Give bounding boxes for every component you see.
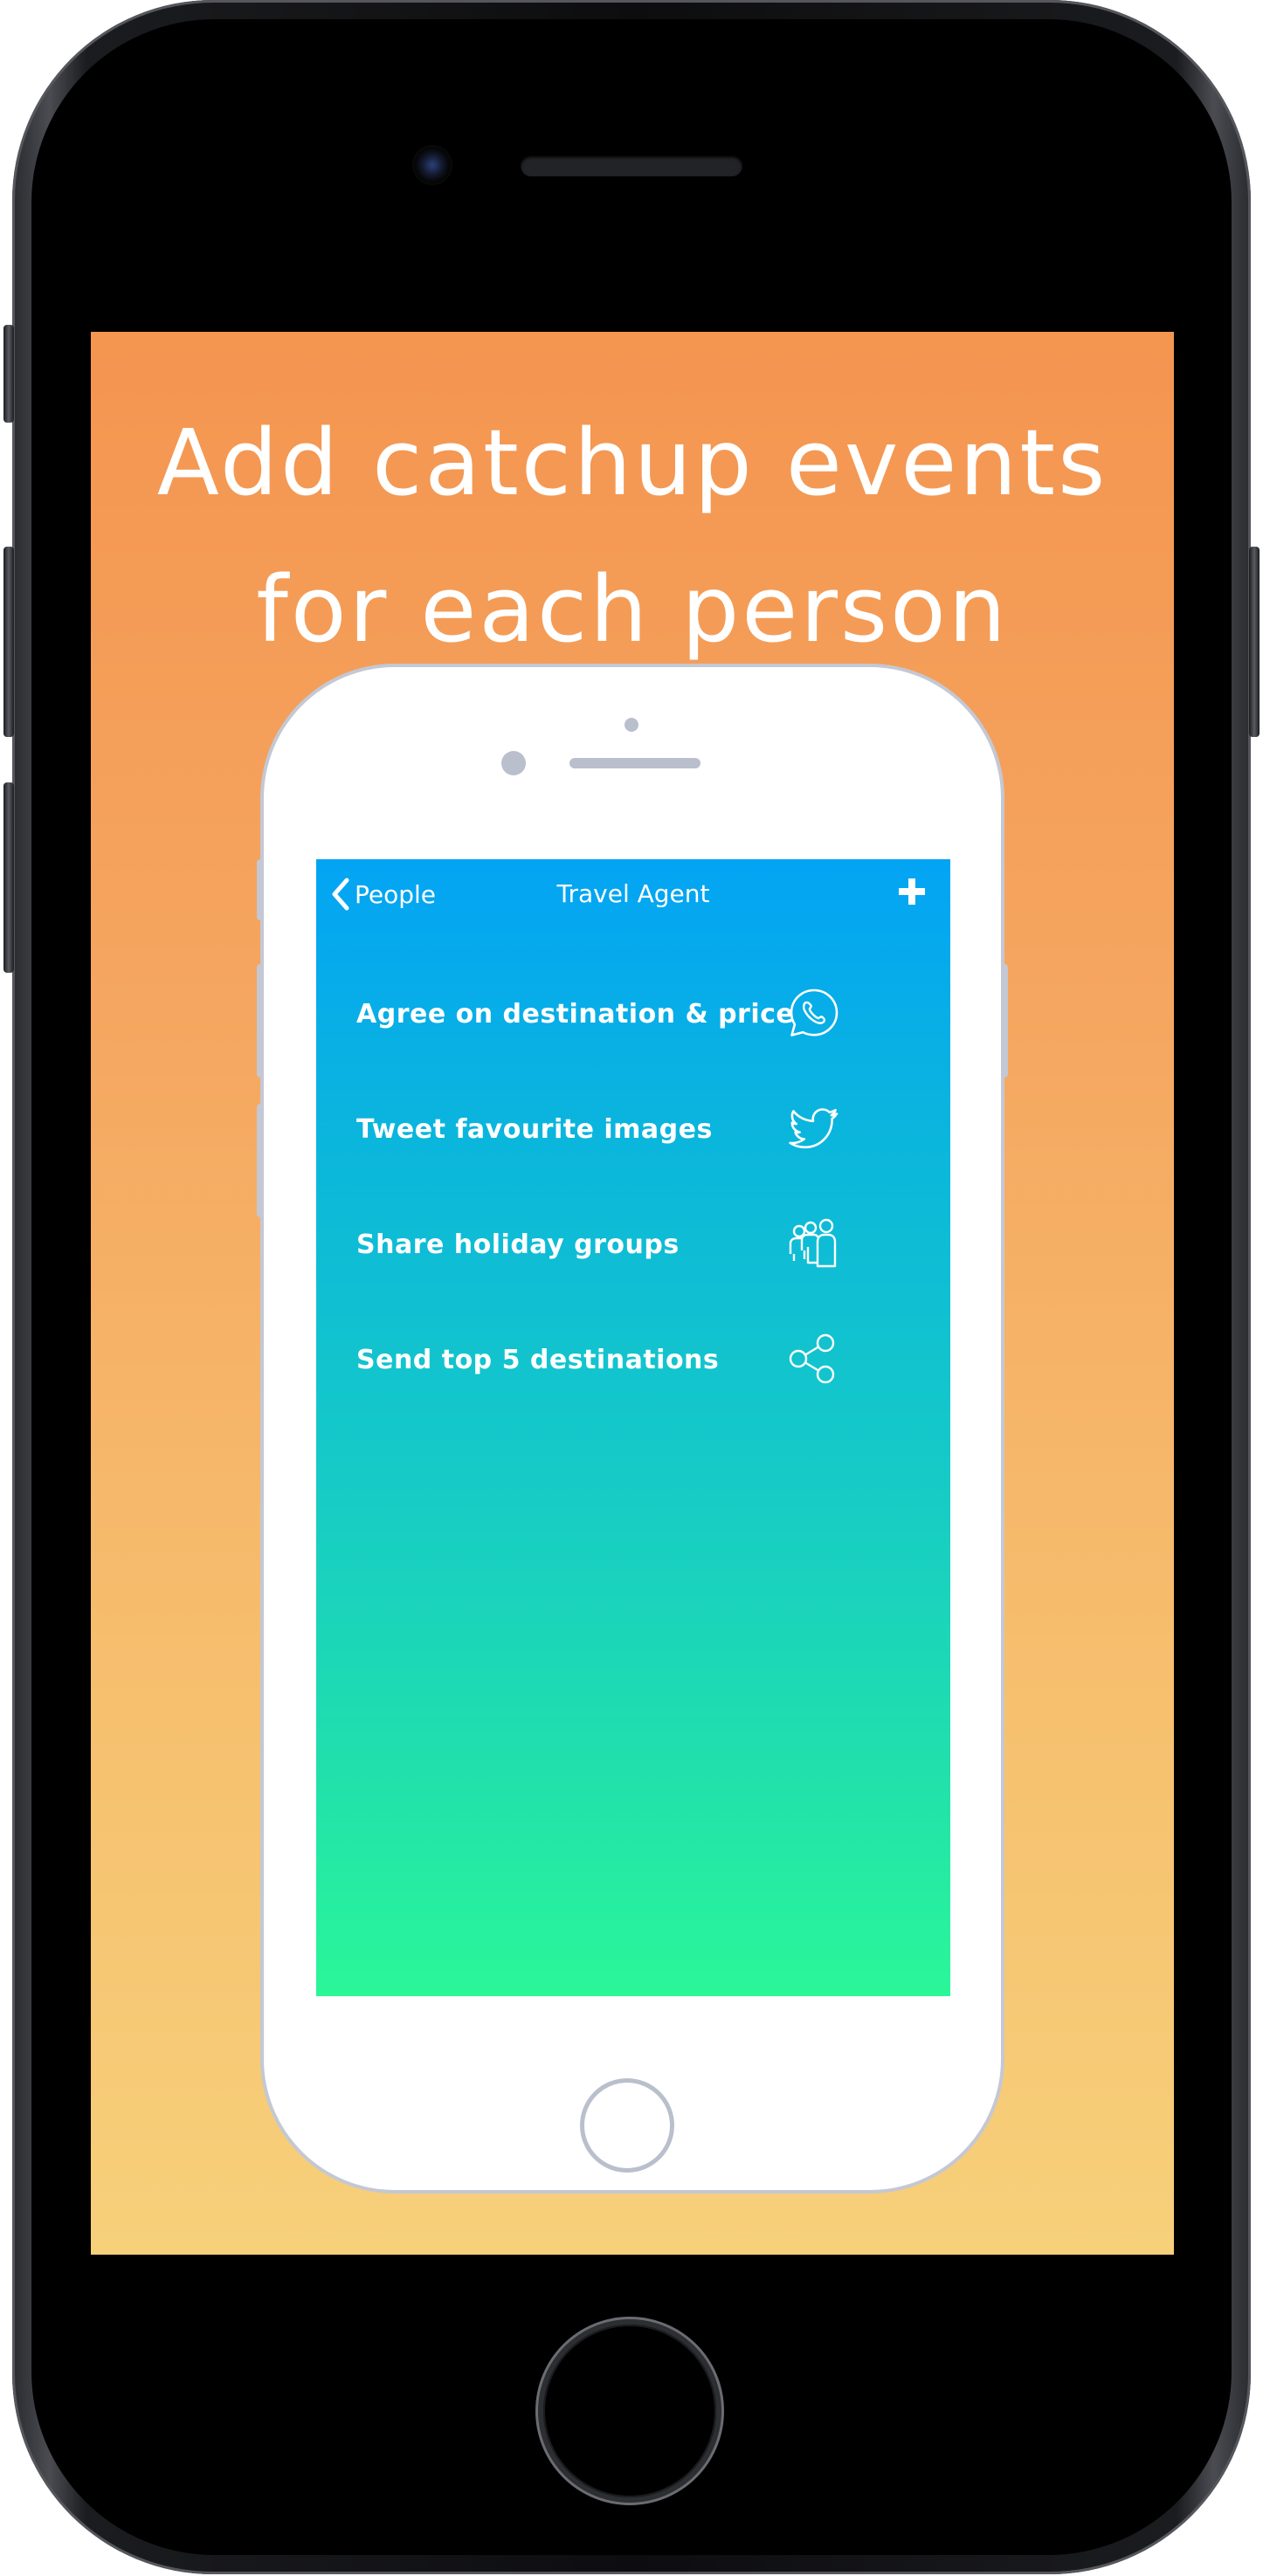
app-screen: People Travel Agent Agree on destination… bbox=[316, 859, 950, 1996]
back-button-label: People bbox=[355, 879, 437, 909]
earpiece-speaker bbox=[521, 155, 742, 176]
back-button[interactable]: People bbox=[330, 875, 436, 913]
volume-up-button bbox=[3, 547, 14, 737]
mockup-power-button bbox=[1001, 964, 1008, 1078]
event-item[interactable]: Share holiday groups bbox=[316, 1205, 950, 1320]
event-label: Agree on destination & price bbox=[356, 999, 795, 1030]
home-button[interactable] bbox=[543, 2325, 716, 2497]
promo-headline: Add catchup events for each person bbox=[91, 389, 1174, 683]
share-icon[interactable] bbox=[786, 1331, 842, 1387]
headline-line-1: Add catchup events bbox=[156, 410, 1108, 516]
plus-icon bbox=[896, 878, 928, 913]
group-icon[interactable] bbox=[786, 1216, 842, 1271]
navigation-bar: People Travel Agent bbox=[316, 859, 950, 929]
event-item[interactable]: Send top 5 destinations bbox=[316, 1320, 950, 1436]
chevron-left-icon bbox=[330, 877, 351, 912]
event-label: Tweet favourite images bbox=[356, 1114, 713, 1145]
add-button[interactable] bbox=[896, 875, 928, 910]
event-label: Share holiday groups bbox=[356, 1229, 680, 1260]
event-label: Send top 5 destinations bbox=[356, 1345, 720, 1375]
headline-line-2: for each person bbox=[256, 556, 1009, 663]
mockup-home-button bbox=[580, 2078, 674, 2173]
mockup-mute-switch bbox=[257, 859, 264, 920]
mockup-speaker bbox=[569, 758, 701, 768]
mockup-camera bbox=[501, 751, 526, 775]
mute-switch bbox=[3, 325, 14, 423]
mockup-sensor bbox=[625, 718, 638, 732]
power-button bbox=[1249, 547, 1260, 737]
event-item[interactable]: Agree on destination & price bbox=[316, 975, 950, 1090]
event-item[interactable]: Tweet favourite images bbox=[316, 1090, 950, 1205]
front-camera bbox=[412, 145, 452, 185]
mockup-volume-up bbox=[257, 964, 264, 1078]
mockup-volume-down bbox=[257, 1104, 264, 1217]
whatsapp-icon[interactable] bbox=[786, 985, 842, 1041]
event-list: Agree on destination & price Tweet favou… bbox=[316, 975, 950, 1436]
volume-down-button bbox=[3, 782, 14, 973]
twitter-icon[interactable] bbox=[786, 1100, 842, 1156]
